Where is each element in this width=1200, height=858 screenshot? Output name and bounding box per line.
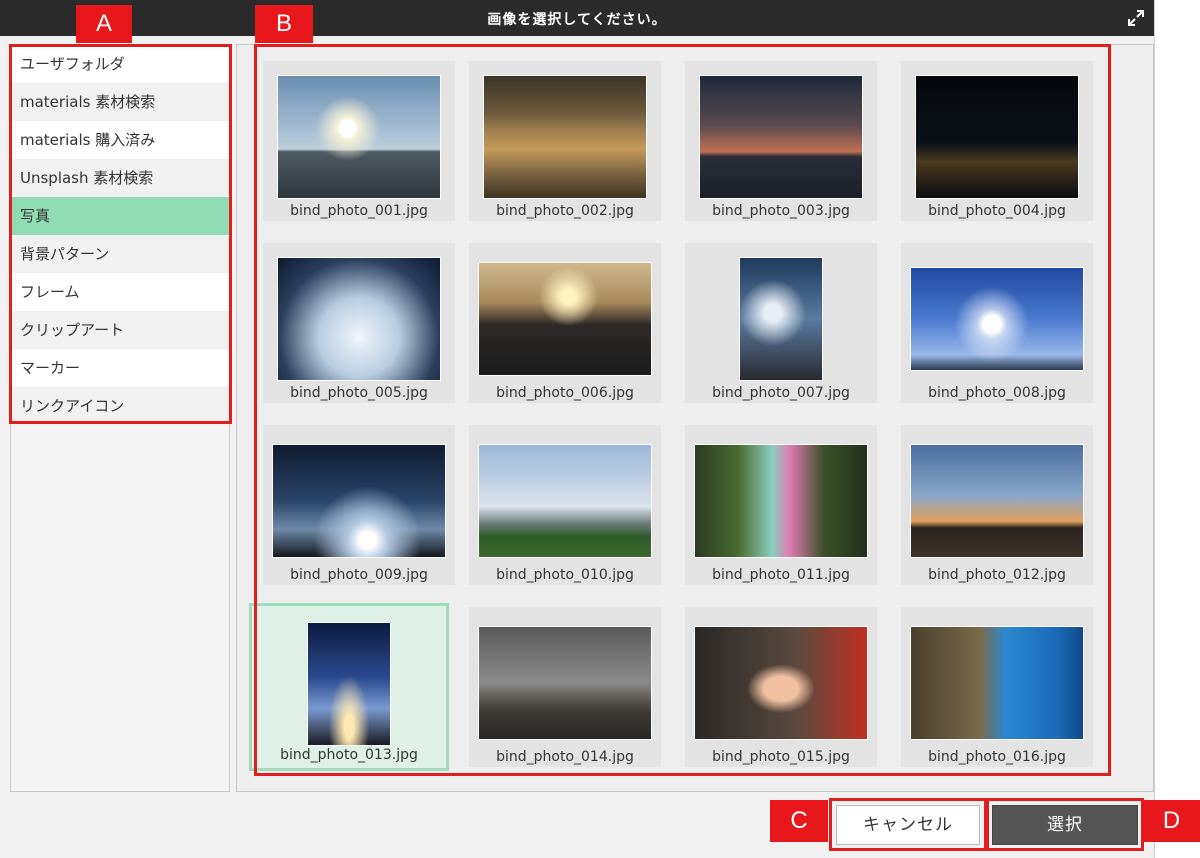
image-thumbnail (915, 75, 1079, 199)
dialog-title: 画像を選択してください。 (487, 12, 667, 28)
image-filename: bind_photo_006.jpg (496, 385, 634, 401)
image-thumbnail (478, 444, 652, 558)
annotation-label-a: A (76, 5, 132, 43)
image-thumbnail (307, 622, 391, 746)
image-thumbnail (910, 444, 1084, 558)
image-thumbnail (272, 444, 446, 558)
image-thumbnail (739, 257, 823, 381)
image-tile[interactable]: bind_photo_004.jpg (901, 61, 1093, 221)
image-filename: bind_photo_005.jpg (290, 385, 428, 401)
image-thumbnail (277, 75, 441, 199)
image-thumbnail (277, 257, 441, 381)
image-tile[interactable]: bind_photo_009.jpg (263, 425, 455, 585)
image-thumbnail (910, 626, 1084, 740)
sidebar-item[interactable]: materials 購入済み (11, 121, 229, 159)
image-filename: bind_photo_009.jpg (290, 567, 428, 583)
sidebar-item[interactable]: materials 素材検索 (11, 83, 229, 121)
sidebar-item[interactable]: 背景パターン (11, 235, 229, 273)
sidebar-item[interactable]: マーカー (11, 349, 229, 387)
image-thumbnail (694, 626, 868, 740)
image-tile[interactable]: bind_photo_011.jpg (685, 425, 877, 585)
image-thumbnail (694, 444, 868, 558)
image-filename: bind_photo_003.jpg (712, 203, 850, 219)
image-tile[interactable]: bind_photo_016.jpg (901, 607, 1093, 767)
annotation-label-d: D (1143, 800, 1200, 842)
image-tile[interactable]: bind_photo_003.jpg (685, 61, 877, 221)
image-tile[interactable]: bind_photo_012.jpg (901, 425, 1093, 585)
image-tile[interactable]: bind_photo_010.jpg (469, 425, 661, 585)
annotation-label-b: B (255, 5, 313, 43)
image-tile[interactable]: bind_photo_013.jpg (249, 603, 449, 771)
image-thumbnail (910, 267, 1084, 371)
image-thumbnail (478, 626, 652, 740)
image-picker-dialog: 画像を選択してください。 ユーザフォルダ materials 素材検索 materi… (0, 0, 1155, 858)
image-tile[interactable]: bind_photo_014.jpg (469, 607, 661, 767)
image-filename: bind_photo_016.jpg (928, 749, 1066, 765)
image-thumbnail (483, 75, 647, 199)
category-sidebar: ユーザフォルダ materials 素材検索 materials 購入済み Unspl… (10, 44, 230, 792)
image-tile[interactable]: bind_photo_008.jpg (901, 243, 1093, 403)
image-filename: bind_photo_010.jpg (496, 567, 634, 583)
title-bar: 画像を選択してください。 (0, 0, 1154, 36)
image-filename: bind_photo_001.jpg (290, 203, 428, 219)
annotation-label-c: C (770, 800, 828, 842)
cancel-button[interactable]: キャンセル (836, 805, 980, 845)
image-tile[interactable]: bind_photo_002.jpg (469, 61, 661, 221)
image-filename: bind_photo_015.jpg (712, 749, 850, 765)
image-tile[interactable]: bind_photo_001.jpg (263, 61, 455, 221)
image-thumbnail (699, 75, 863, 199)
image-filename: bind_photo_013.jpg (280, 747, 418, 763)
image-filename: bind_photo_002.jpg (496, 203, 634, 219)
expand-icon[interactable] (1126, 8, 1146, 28)
image-tile[interactable]: bind_photo_006.jpg (469, 243, 661, 403)
sidebar-item[interactable]: リンクアイコン (11, 387, 229, 425)
image-tile[interactable]: bind_photo_007.jpg (685, 243, 877, 403)
image-filename: bind_photo_007.jpg (712, 385, 850, 401)
sidebar-item[interactable]: Unsplash 素材検索 (11, 159, 229, 197)
image-tile[interactable]: bind_photo_015.jpg (685, 607, 877, 767)
image-thumbnail (478, 262, 652, 376)
image-filename: bind_photo_012.jpg (928, 567, 1066, 583)
image-filename: bind_photo_011.jpg (712, 567, 850, 583)
sidebar-item[interactable]: フレーム (11, 273, 229, 311)
image-grid: bind_photo_001.jpg bind_photo_002.jpg bind… (236, 44, 1154, 792)
image-filename: bind_photo_008.jpg (928, 385, 1066, 401)
image-filename: bind_photo_004.jpg (928, 203, 1066, 219)
sidebar-item[interactable]: ユーザフォルダ (11, 45, 229, 83)
image-filename: bind_photo_014.jpg (496, 749, 634, 765)
sidebar-item[interactable]: クリップアート (11, 311, 229, 349)
sidebar-item[interactable]: 写真 (11, 197, 229, 235)
select-button[interactable]: 選択 (992, 805, 1138, 845)
image-tile[interactable]: bind_photo_005.jpg (263, 243, 455, 403)
